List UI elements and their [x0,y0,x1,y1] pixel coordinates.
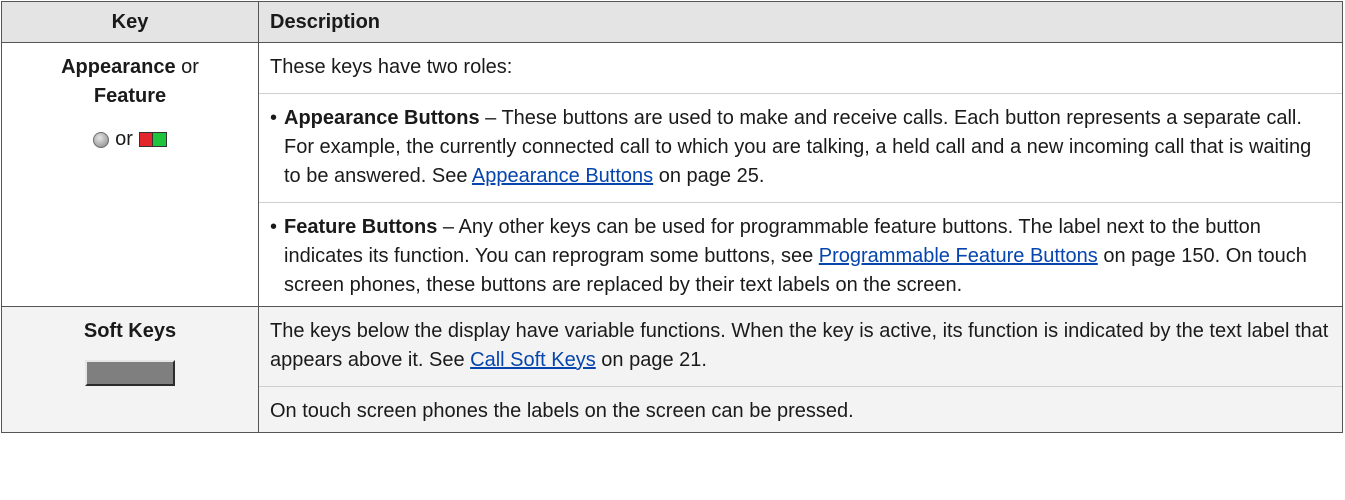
intro-text: These keys have two roles: [270,56,513,78]
bullet-page-ref: on page 25. [653,165,765,187]
divider [259,93,1342,94]
touch-screen-note: On touch screen phones the labels on the… [270,400,854,422]
bullet-dot: • [270,107,278,129]
key-name-soft-keys: Soft Keys [83,320,177,342]
soft-keys-page-ref: on page 21. [595,349,707,371]
table-header-row: Key Description [1,1,1343,43]
key-cell: Soft Keys [1,306,259,433]
bullet-text: Appearance Buttons – These buttons are u… [284,104,1330,191]
key-or-text: or [175,56,199,78]
soft-keys-text: The keys below the display have variable… [270,320,1329,371]
link-programmable-feature-buttons[interactable]: Programmable Feature Buttons [819,245,1098,267]
divider [259,386,1342,387]
bullet-text: Feature Buttons – Any other keys can be … [284,213,1330,300]
red-green-led-icon [138,132,167,147]
keys-table: Key Description Appearance or Feature or [1,1,1343,433]
header-description: Description [258,1,1343,43]
soft-keys-description: The keys below the display have variable… [270,317,1330,375]
table-row-appearance-feature: Appearance or Feature or These keys have… [1,42,1343,307]
soft-key-button-icon [85,360,175,386]
link-call-soft-keys[interactable]: Call Soft Keys [470,349,596,371]
divider [259,202,1342,203]
key-icons: or [10,125,250,154]
description-cell: These keys have two roles: • Appearance … [258,42,1343,307]
key-cell: Appearance or Feature or [1,42,259,307]
icons-or-text: or [115,128,133,150]
bullet-dot: • [270,216,278,238]
soft-key-icon-wrap [10,346,250,395]
bullet-title: Appearance Buttons [284,107,480,129]
link-appearance-buttons[interactable]: Appearance Buttons [472,165,653,187]
description-cell: The keys below the display have variable… [258,306,1343,433]
header-key: Key [1,1,259,43]
key-name-appearance: Appearance [61,56,176,78]
grey-round-led-icon [93,131,110,148]
bullet-appearance-buttons: • Appearance Buttons – These buttons are… [270,104,1330,191]
key-name-feature: Feature [93,85,167,107]
key-label: Appearance or [10,53,250,82]
bullet-feature-buttons: • Feature Buttons – Any other keys can b… [270,213,1330,300]
bullet-title: Feature Buttons [284,216,438,238]
table-row-soft-keys: Soft Keys The keys below the display hav… [1,306,1343,433]
